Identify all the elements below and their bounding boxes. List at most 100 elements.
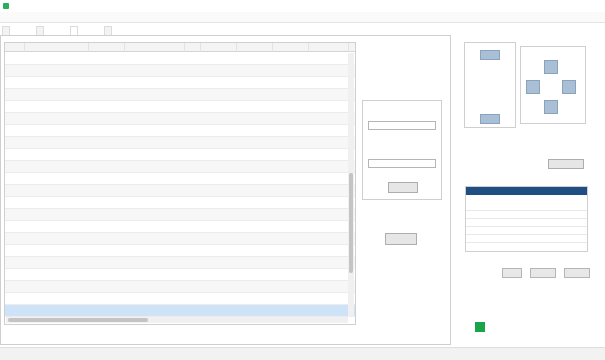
cell-humidity bbox=[250, 233, 264, 244]
cell-pressure bbox=[287, 161, 301, 172]
cell-gas bbox=[127, 161, 171, 172]
cell-humidity bbox=[250, 149, 264, 160]
cell-time bbox=[25, 269, 87, 280]
cell-index bbox=[7, 305, 19, 316]
col-header-ch4[interactable] bbox=[309, 43, 349, 52]
tab-alarm-records[interactable] bbox=[70, 26, 78, 35]
table-vertical-scrollbar[interactable] bbox=[348, 53, 354, 317]
cell-time bbox=[25, 221, 87, 232]
cell-pressure bbox=[287, 65, 301, 76]
cell-time bbox=[25, 149, 87, 160]
port-close-button[interactable] bbox=[530, 268, 556, 278]
cell-status bbox=[89, 245, 107, 256]
export-button[interactable] bbox=[385, 233, 417, 245]
direction-up-button[interactable] bbox=[544, 60, 558, 74]
start-time-input[interactable] bbox=[368, 121, 436, 130]
table-row[interactable] bbox=[5, 185, 355, 197]
cell-status bbox=[89, 161, 107, 172]
table-row[interactable] bbox=[5, 233, 355, 245]
alarm-info-table[interactable] bbox=[465, 186, 588, 252]
cell-status bbox=[89, 197, 107, 208]
query-button[interactable] bbox=[388, 182, 418, 193]
cell-time bbox=[25, 233, 87, 244]
end-time-input[interactable] bbox=[368, 159, 436, 168]
table-row[interactable] bbox=[5, 209, 355, 221]
connect-button[interactable] bbox=[502, 268, 522, 278]
maximize-button[interactable] bbox=[564, 1, 580, 11]
direction-left-button[interactable] bbox=[526, 80, 540, 94]
minimize-button[interactable] bbox=[544, 1, 560, 11]
table-row[interactable] bbox=[5, 257, 355, 269]
cell-gas bbox=[127, 137, 171, 148]
cell-pressure bbox=[287, 221, 301, 232]
cell-index bbox=[7, 173, 19, 184]
col-header-pressure[interactable] bbox=[237, 43, 273, 52]
open-settings-button[interactable] bbox=[548, 159, 584, 169]
move-stop-button[interactable] bbox=[480, 114, 500, 124]
table-header bbox=[5, 43, 355, 52]
cell-humidity bbox=[250, 185, 264, 196]
move-dim-button-3[interactable] bbox=[480, 98, 500, 108]
table-row[interactable] bbox=[5, 101, 355, 113]
table-row[interactable] bbox=[5, 53, 355, 65]
cell-status bbox=[89, 113, 107, 124]
tab-gas-curve[interactable] bbox=[104, 26, 112, 35]
cell-index bbox=[7, 281, 19, 292]
cell-humidity bbox=[250, 281, 264, 292]
table-row[interactable] bbox=[5, 137, 355, 149]
col-header-gas[interactable] bbox=[125, 43, 185, 52]
close-button[interactable] bbox=[586, 1, 602, 11]
cell-index bbox=[7, 101, 19, 112]
cell-time bbox=[25, 257, 87, 268]
table-row[interactable] bbox=[5, 245, 355, 257]
cell-time bbox=[25, 77, 87, 88]
table-row[interactable] bbox=[5, 269, 355, 281]
scrollbar-thumb[interactable] bbox=[349, 173, 353, 273]
cell-temp bbox=[211, 113, 225, 124]
cell-gas bbox=[127, 101, 171, 112]
table-row[interactable] bbox=[5, 221, 355, 233]
direction-down-button[interactable] bbox=[544, 100, 558, 114]
table-row[interactable] bbox=[5, 161, 355, 173]
table-row[interactable] bbox=[5, 113, 355, 125]
cell-gas bbox=[127, 269, 171, 280]
cell-index bbox=[7, 293, 19, 304]
table-row[interactable] bbox=[5, 173, 355, 185]
cell-index bbox=[7, 161, 19, 172]
move-primary-button[interactable] bbox=[480, 50, 500, 60]
col-header-index[interactable] bbox=[5, 43, 25, 52]
alarm-records-table[interactable] bbox=[4, 42, 356, 325]
cell-time bbox=[25, 245, 87, 256]
cell-gas bbox=[127, 281, 171, 292]
scrollbar-thumb[interactable] bbox=[8, 318, 148, 322]
table-row[interactable] bbox=[5, 281, 355, 293]
table-row[interactable] bbox=[5, 77, 355, 89]
col-header-time[interactable] bbox=[25, 43, 89, 52]
table-row[interactable] bbox=[5, 305, 355, 317]
tab-image-info[interactable] bbox=[2, 26, 10, 35]
col-header-temp[interactable] bbox=[185, 43, 201, 52]
cell-temp bbox=[211, 281, 225, 292]
table-row[interactable] bbox=[5, 293, 355, 305]
col-header-status[interactable] bbox=[89, 43, 125, 52]
table-row[interactable] bbox=[5, 149, 355, 161]
cell-status bbox=[89, 125, 107, 136]
table-row[interactable] bbox=[5, 65, 355, 77]
cell-gas bbox=[127, 233, 171, 244]
move-dim-button-1[interactable] bbox=[480, 68, 500, 78]
table-row[interactable] bbox=[5, 89, 355, 101]
table-horizontal-scrollbar[interactable] bbox=[6, 317, 348, 323]
cell-status bbox=[89, 305, 107, 316]
table-row[interactable] bbox=[5, 125, 355, 137]
cell-humidity bbox=[250, 53, 264, 64]
col-header-humidity[interactable] bbox=[201, 43, 237, 52]
tab-video-info[interactable] bbox=[36, 26, 44, 35]
move-dim-button-2[interactable] bbox=[480, 84, 500, 94]
cell-humidity bbox=[250, 305, 264, 316]
cell-temp bbox=[211, 233, 225, 244]
cell-humidity bbox=[250, 209, 264, 220]
col-header-oxygen[interactable] bbox=[273, 43, 309, 52]
table-row[interactable] bbox=[5, 197, 355, 209]
direction-right-button[interactable] bbox=[562, 80, 576, 94]
port-shutdown-button[interactable] bbox=[564, 268, 590, 278]
